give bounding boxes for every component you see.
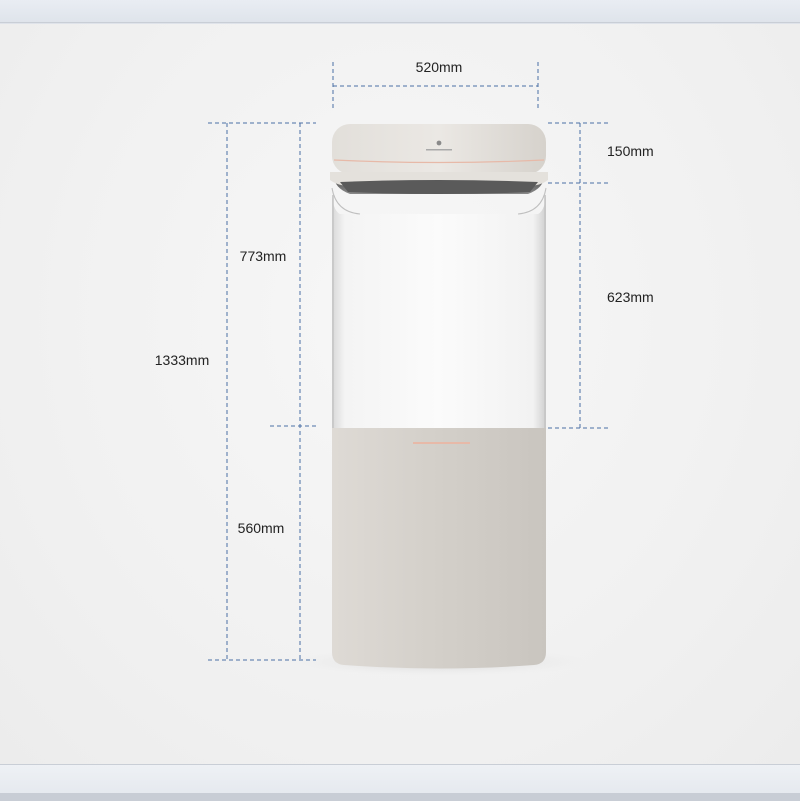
width-label: 520mm <box>416 59 463 75</box>
glass-tank <box>331 187 547 428</box>
base-cabinet <box>332 428 546 669</box>
tank-height-label: 623mm <box>607 289 654 305</box>
base-height-label: 560mm <box>238 520 285 536</box>
head-height-label: 150mm <box>607 143 654 159</box>
product-dimension-diagram: 520mm 150mm 623mm 773mm 1333mm 560mm <box>155 59 654 676</box>
total-height-label: 1333mm <box>155 352 209 368</box>
head-unit <box>330 124 548 194</box>
upper-height-label: 773mm <box>240 248 287 264</box>
